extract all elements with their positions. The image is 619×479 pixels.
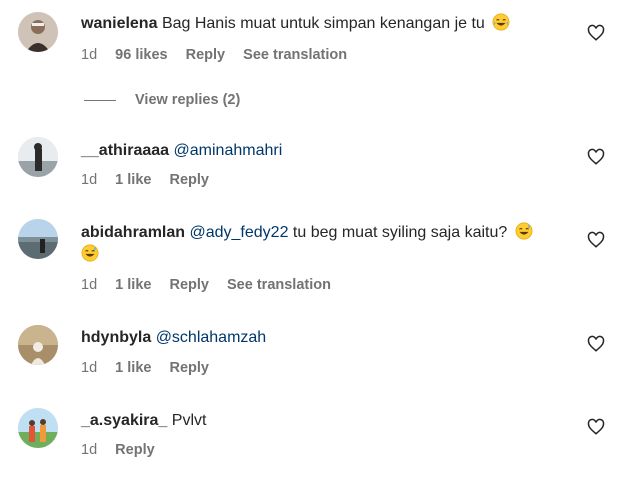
reply-button[interactable]: Reply	[115, 442, 155, 458]
heart-outline-icon[interactable]	[587, 335, 605, 353]
avatar[interactable]	[18, 12, 58, 52]
comment-username[interactable]: hdynbyla	[81, 329, 151, 346]
comment-date: 1d	[81, 277, 98, 293]
comment-username[interactable]: abidahramlan	[81, 224, 185, 241]
comment-username[interactable]: wanielena	[81, 15, 157, 32]
avatar[interactable]	[18, 219, 58, 259]
reply-button[interactable]: Reply	[169, 360, 209, 376]
reply-button[interactable]: Reply	[169, 172, 209, 188]
comment-mention[interactable]: @schlahamzah	[156, 329, 267, 346]
heart-outline-icon[interactable]	[587, 148, 605, 166]
likes-count[interactable]: 1 like	[115, 172, 151, 188]
see-translation-button[interactable]: See translation	[243, 47, 347, 63]
see-translation-button[interactable]: See translation	[227, 277, 331, 293]
heart-outline-icon[interactable]	[587, 24, 605, 42]
divider-line	[84, 99, 116, 101]
likes-count[interactable]: 1 like	[115, 277, 151, 293]
heart-outline-icon[interactable]	[587, 231, 605, 249]
comment-date: 1d	[81, 172, 98, 188]
avatar[interactable]	[18, 408, 58, 448]
view-replies-button[interactable]: View replies (2)	[84, 90, 240, 110]
comment-text: Pvlvt	[171, 412, 207, 429]
comment-username[interactable]: __athiraaaa	[81, 142, 169, 159]
reply-button[interactable]: Reply	[186, 47, 226, 63]
avatar[interactable]	[18, 325, 58, 365]
avatar[interactable]	[18, 137, 58, 177]
comment-date: 1d	[81, 360, 98, 376]
likes-count[interactable]: 1 like	[115, 360, 151, 376]
heart-outline-icon[interactable]	[587, 418, 605, 436]
comment-mention[interactable]: @aminahmahri	[174, 142, 283, 159]
comment-date: 1d	[81, 442, 98, 458]
view-replies-label: View replies (2)	[135, 92, 241, 108]
reply-button[interactable]: Reply	[169, 277, 209, 293]
comment-username[interactable]: _a.syakira_	[81, 412, 167, 429]
comment-text: Bag Hanis muat untuk simpan kenangan je …	[161, 15, 485, 32]
sweat-smile-emoji-icon	[515, 222, 533, 240]
comment-date: 1d	[81, 47, 98, 63]
sweat-smile-emoji-icon	[81, 244, 99, 262]
comment-text: tu beg muat syiling saja kaitu?	[292, 224, 508, 241]
comment-mention[interactable]: @ady_fedy22	[189, 224, 288, 241]
likes-count[interactable]: 96 likes	[115, 47, 167, 63]
laughing-emoji-icon	[492, 13, 510, 31]
